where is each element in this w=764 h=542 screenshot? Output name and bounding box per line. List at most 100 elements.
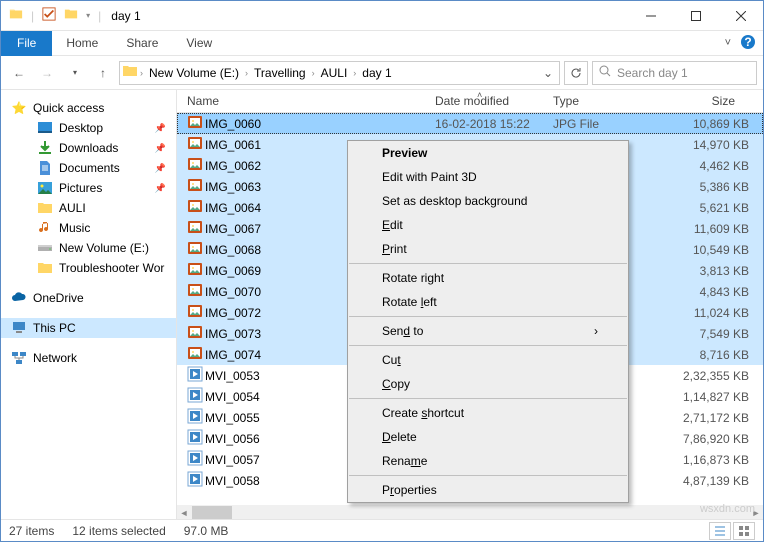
thumbnails-view-button[interactable]	[733, 522, 755, 540]
video-file-icon	[187, 408, 205, 427]
address-bar[interactable]: › New Volume (E:) › Travelling › AULI › …	[119, 61, 560, 85]
menu-separator	[349, 345, 627, 346]
crumb-day1[interactable]: day 1	[358, 66, 395, 80]
col-type[interactable]: Type	[553, 94, 671, 108]
sidebar-item-label: AULI	[59, 201, 86, 215]
sidebar-this-pc[interactable]: This PC	[1, 318, 176, 338]
image-file-icon	[187, 156, 205, 175]
folder-qat-icon[interactable]	[64, 7, 78, 24]
ctx-label: Preview	[382, 146, 427, 160]
ribbon-expand-icon[interactable]: ˅	[725, 37, 731, 49]
sidebar-onedrive[interactable]: OneDrive	[1, 288, 176, 308]
search-input[interactable]: Search day 1	[592, 61, 757, 85]
image-file-icon	[187, 198, 205, 217]
file-size: 2,71,172 KB	[671, 411, 763, 425]
close-button[interactable]	[718, 2, 763, 30]
video-file-icon	[187, 429, 205, 448]
sidebar-quick-access[interactable]: ⭐ Quick access	[1, 98, 176, 118]
table-row[interactable]: IMG_006016-02-2018 15:22JPG File10,869 K…	[177, 113, 763, 134]
ctx-properties[interactable]: Properties	[348, 478, 628, 502]
col-size[interactable]: Size	[671, 94, 763, 108]
tab-share[interactable]: Share	[112, 31, 172, 55]
file-size: 11,609 KB	[671, 222, 763, 236]
help-icon[interactable]: ?	[741, 35, 755, 52]
qat-separator: |	[31, 9, 34, 23]
up-button[interactable]: ↑	[91, 61, 115, 85]
ctx-delete[interactable]: Delete	[348, 425, 628, 449]
qat-dropdown-icon[interactable]: ▾	[86, 11, 90, 20]
sidebar-item-desktop[interactable]: Desktop📌	[1, 118, 176, 138]
ctx-rotate-right[interactable]: Rotate right	[348, 266, 628, 290]
crumb-auli[interactable]: AULI	[317, 66, 352, 80]
crumb-volume[interactable]: New Volume (E:)	[145, 66, 243, 80]
ctx-edit[interactable]: Edit	[348, 213, 628, 237]
sidebar-item-new-volume-e-[interactable]: New Volume (E:)	[1, 238, 176, 258]
sidebar-item-downloads[interactable]: Downloads📌	[1, 138, 176, 158]
sidebar-item-pictures[interactable]: Pictures📌	[1, 178, 176, 198]
ctx-send-to[interactable]: Send to›	[348, 319, 628, 343]
file-size: 1,14,827 KB	[671, 390, 763, 404]
tab-file[interactable]: File	[1, 31, 52, 56]
tab-home[interactable]: Home	[52, 31, 112, 55]
chevron-right-icon[interactable]: ›	[353, 68, 356, 78]
chevron-right-icon[interactable]: ›	[245, 68, 248, 78]
sidebar: ⭐ Quick access Desktop📌Downloads📌Documen…	[1, 90, 177, 521]
recent-dropdown[interactable]: ▾	[63, 61, 87, 85]
sidebar-item-auli[interactable]: AULI	[1, 198, 176, 218]
chevron-right-icon[interactable]: ›	[140, 68, 143, 78]
file-size: 4,87,139 KB	[671, 474, 763, 488]
file-size: 10,549 KB	[671, 243, 763, 257]
image-file-icon	[187, 135, 205, 154]
col-name[interactable]: Name	[187, 94, 435, 108]
image-file-icon	[187, 219, 205, 238]
column-headers[interactable]: ˄ Name Date modified Type Size	[177, 90, 763, 113]
minimize-button[interactable]	[628, 2, 673, 30]
folder-icon	[9, 7, 23, 24]
sidebar-item-label: Desktop	[59, 121, 103, 135]
forward-button[interactable]: →	[35, 61, 59, 85]
ctx-set-as-desktop-background[interactable]: Set as desktop background	[348, 189, 628, 213]
details-view-button[interactable]	[709, 522, 731, 540]
ctx-print[interactable]: Print	[348, 237, 628, 261]
image-file-icon	[187, 345, 205, 364]
folder-icon	[122, 63, 138, 82]
tab-view[interactable]: View	[172, 31, 226, 55]
scrollbar-thumb[interactable]	[192, 506, 232, 520]
ctx-preview[interactable]: Preview	[348, 141, 628, 165]
ctx-label: Rotate right	[382, 271, 444, 285]
crumb-travelling[interactable]: Travelling	[250, 66, 310, 80]
ctx-create-shortcut[interactable]: Create shortcut	[348, 401, 628, 425]
refresh-button[interactable]	[564, 61, 588, 85]
file-size: 7,86,920 KB	[671, 432, 763, 446]
file-size: 10,869 KB	[671, 117, 763, 131]
sidebar-network[interactable]: Network	[1, 348, 176, 368]
ctx-copy[interactable]: Copy	[348, 372, 628, 396]
watermark: wsxdn.com	[700, 503, 755, 515]
music-icon	[37, 220, 53, 236]
menu-separator	[349, 316, 627, 317]
ctx-cut[interactable]: Cut	[348, 348, 628, 372]
ctx-rename[interactable]: Rename	[348, 449, 628, 473]
back-button[interactable]: ←	[7, 61, 31, 85]
ctx-rotate-left[interactable]: Rotate left	[348, 290, 628, 314]
folder-icon	[37, 260, 53, 276]
file-size: 5,386 KB	[671, 180, 763, 194]
ctx-label: Delete	[382, 430, 417, 444]
sidebar-item-documents[interactable]: Documents📌	[1, 158, 176, 178]
file-size: 2,32,355 KB	[671, 369, 763, 383]
cloud-icon	[11, 290, 27, 306]
image-file-icon	[187, 324, 205, 343]
chevron-right-icon[interactable]: ›	[312, 68, 315, 78]
sidebar-item-music[interactable]: Music	[1, 218, 176, 238]
sort-ascending-icon: ˄	[477, 90, 482, 100]
sidebar-item-troubleshooter-wor[interactable]: Troubleshooter Wor	[1, 258, 176, 278]
ctx-edit-with-paint-3d[interactable]: Edit with Paint 3D	[348, 165, 628, 189]
ribbon: File Home Share View ˅ ?	[1, 31, 763, 56]
maximize-button[interactable]	[673, 2, 718, 30]
folder-icon	[37, 200, 53, 216]
address-dropdown-icon[interactable]: ⌄	[539, 66, 557, 80]
ctx-label: Print	[382, 242, 407, 256]
navbar: ← → ▾ ↑ › New Volume (E:) › Travelling ›…	[1, 56, 763, 90]
checkbox-icon[interactable]	[42, 7, 56, 24]
col-date[interactable]: Date modified	[435, 94, 553, 108]
